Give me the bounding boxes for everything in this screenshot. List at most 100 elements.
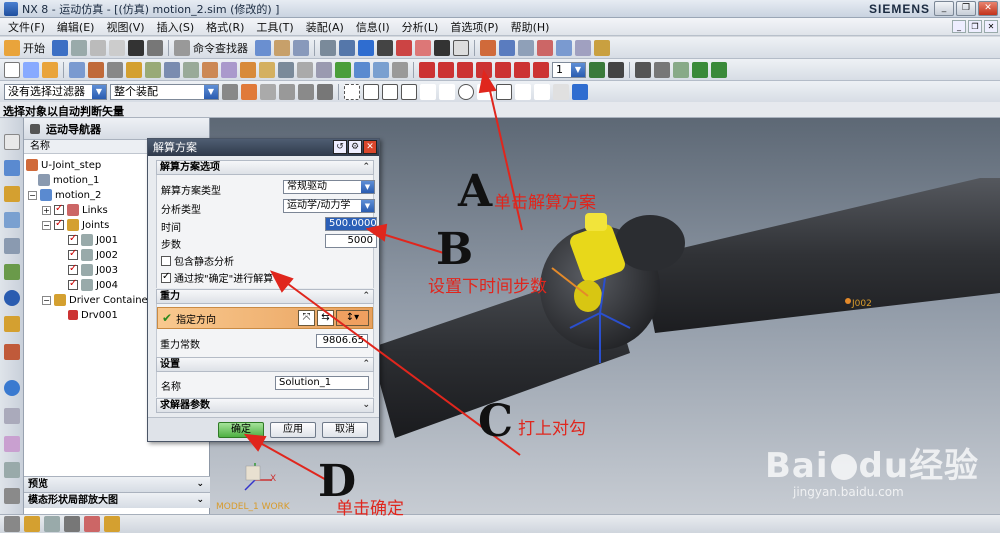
collapse-icon[interactable]: − xyxy=(28,190,37,200)
measure-icon[interactable] xyxy=(556,39,572,56)
reuse-library-tab-icon[interactable] xyxy=(4,238,20,254)
solver-icon[interactable] xyxy=(335,61,351,78)
solve-icon[interactable] xyxy=(373,61,389,78)
hd3d-tab-icon[interactable] xyxy=(4,264,20,280)
torque-icon[interactable] xyxy=(202,61,218,78)
manufacturing-wizard-tab-icon[interactable] xyxy=(4,488,20,504)
tree-node-joints[interactable]: − Joints xyxy=(42,218,109,232)
step-back-icon[interactable] xyxy=(438,61,454,78)
face-rule-icon[interactable] xyxy=(317,83,333,100)
tracer-icon[interactable] xyxy=(654,61,670,78)
dimension-icon[interactable] xyxy=(84,516,100,532)
gravity-constant-input[interactable]: 9806.65 xyxy=(316,334,368,348)
intersection-icon[interactable] xyxy=(439,83,455,100)
utility-icon[interactable] xyxy=(104,516,120,532)
control-point-icon[interactable] xyxy=(420,83,436,100)
cube-icon[interactable] xyxy=(358,39,374,56)
spring-icon[interactable] xyxy=(126,61,142,78)
type-filter-select[interactable]: 没有选择过滤器 ▼ xyxy=(4,83,107,100)
menu-analysis[interactable]: 分析(L) xyxy=(396,19,445,35)
tree-node-motion-1[interactable]: motion_1 xyxy=(38,173,99,187)
joints-visibility-checkbox[interactable] xyxy=(54,218,64,230)
binoculars-icon[interactable] xyxy=(174,39,190,56)
damper-icon[interactable] xyxy=(145,61,161,78)
packaging-icon[interactable] xyxy=(635,61,651,78)
reverse-direction-button[interactable]: ⇆ xyxy=(317,310,334,326)
start-menu-label[interactable]: 开始 xyxy=(23,40,45,56)
doc-minimize-button[interactable]: _ xyxy=(952,20,966,33)
part-nav-icon[interactable] xyxy=(518,39,534,56)
system-scenes-tab-icon[interactable] xyxy=(4,462,20,478)
graph-icon[interactable] xyxy=(673,61,689,78)
nav-left-icon[interactable] xyxy=(692,61,708,78)
arc-center-icon[interactable] xyxy=(458,83,474,100)
solve-on-ok-checkbox[interactable]: 通过按"确定"进行解算 xyxy=(161,270,273,285)
chevron-up-icon[interactable]: ⌃ xyxy=(362,358,370,371)
solution-icon[interactable] xyxy=(354,61,370,78)
motion-navigator-tab-icon[interactable] xyxy=(4,134,20,150)
collapse-icon[interactable]: − xyxy=(42,295,51,305)
cable-icon[interactable] xyxy=(316,61,332,78)
menu-file[interactable]: 文件(F) xyxy=(2,19,51,35)
layer-settings-icon[interactable] xyxy=(64,516,80,532)
close-button[interactable]: ✕ xyxy=(978,1,998,16)
restore-button[interactable]: ❐ xyxy=(956,1,976,16)
curve-rule-icon[interactable] xyxy=(298,83,314,100)
j003-checkbox[interactable] xyxy=(68,263,78,275)
solution-name-input[interactable]: Solution_1 xyxy=(275,376,369,390)
menu-info[interactable]: 信息(I) xyxy=(350,19,396,35)
window-icon[interactable] xyxy=(274,39,290,56)
undo-icon[interactable] xyxy=(147,39,163,56)
quadrant-icon[interactable] xyxy=(477,83,493,100)
dark-sphere-icon[interactable] xyxy=(434,39,450,56)
chevron-up-icon[interactable]: ⌃ xyxy=(362,290,370,303)
snap-point-icon[interactable] xyxy=(4,516,20,532)
results-icon[interactable] xyxy=(392,61,408,78)
section-solver-parameters[interactable]: 求解器参数 ⌄ xyxy=(156,398,374,413)
gear-icon[interactable] xyxy=(297,61,313,78)
expand-icon[interactable]: + xyxy=(42,205,51,215)
doc-close-button[interactable]: ✕ xyxy=(984,20,998,33)
nav-right-icon[interactable] xyxy=(711,61,727,78)
boundary-icon[interactable] xyxy=(553,83,569,100)
analysis-type-select[interactable]: 运动学/动力学 ▼ xyxy=(283,199,375,213)
point-on-curve-icon[interactable] xyxy=(515,83,531,100)
steps-input[interactable]: 5000 xyxy=(325,234,377,248)
environment-icon[interactable] xyxy=(23,61,39,78)
ok-button[interactable]: 确定 xyxy=(218,422,264,438)
paste-icon[interactable] xyxy=(109,39,125,56)
cut-icon[interactable] xyxy=(71,39,87,56)
shade-icon[interactable] xyxy=(377,39,393,56)
menu-preferences[interactable]: 首选项(P) xyxy=(444,19,504,35)
tree-node-j004[interactable]: J004 xyxy=(68,278,118,292)
include-static-analysis-checkbox[interactable]: 包含静态分析 xyxy=(161,253,234,268)
menu-format[interactable]: 格式(R) xyxy=(200,19,250,35)
fit-icon[interactable] xyxy=(320,39,336,56)
tree-node-links[interactable]: + Links xyxy=(42,203,108,217)
filter-settings-icon[interactable] xyxy=(222,83,238,100)
save-icon[interactable] xyxy=(52,39,68,56)
history-tab-icon[interactable] xyxy=(4,316,20,332)
vector-dialog-button[interactable]: ⤧ xyxy=(298,310,315,326)
midpoint-icon[interactable] xyxy=(401,83,417,100)
new-icon[interactable] xyxy=(4,61,20,78)
tree-node-driver-container[interactable]: − Driver Container xyxy=(42,293,152,307)
layer-icon[interactable] xyxy=(293,39,309,56)
constraint-navigator-tab-icon[interactable] xyxy=(4,186,20,202)
preview-panel-header[interactable]: 预览 ⌄ xyxy=(24,476,210,492)
system-materials-tab-icon[interactable] xyxy=(4,344,20,360)
doc-restore-button[interactable]: ❐ xyxy=(968,20,982,33)
cancel-button[interactable]: 取消 xyxy=(322,422,368,438)
links-visibility-checkbox[interactable] xyxy=(54,203,64,215)
chevron-up-icon[interactable]: ⌃ xyxy=(362,161,370,174)
menu-edit[interactable]: 编辑(E) xyxy=(51,19,101,35)
report-icon[interactable] xyxy=(594,39,610,56)
constraint-icon[interactable] xyxy=(537,39,553,56)
section-solution-options[interactable]: 解算方案选项 ⌃ xyxy=(156,160,374,175)
j004-checkbox[interactable] xyxy=(68,278,78,290)
menu-tools[interactable]: 工具(T) xyxy=(250,19,299,35)
tree-node-j003[interactable]: J003 xyxy=(68,263,118,277)
feature-select-icon[interactable] xyxy=(241,83,257,100)
specify-direction-row[interactable]: ✔ 指定方向 ⤧ ⇆ ↕▾ xyxy=(157,307,373,329)
tree-node-drv001[interactable]: Drv001 xyxy=(68,308,118,322)
